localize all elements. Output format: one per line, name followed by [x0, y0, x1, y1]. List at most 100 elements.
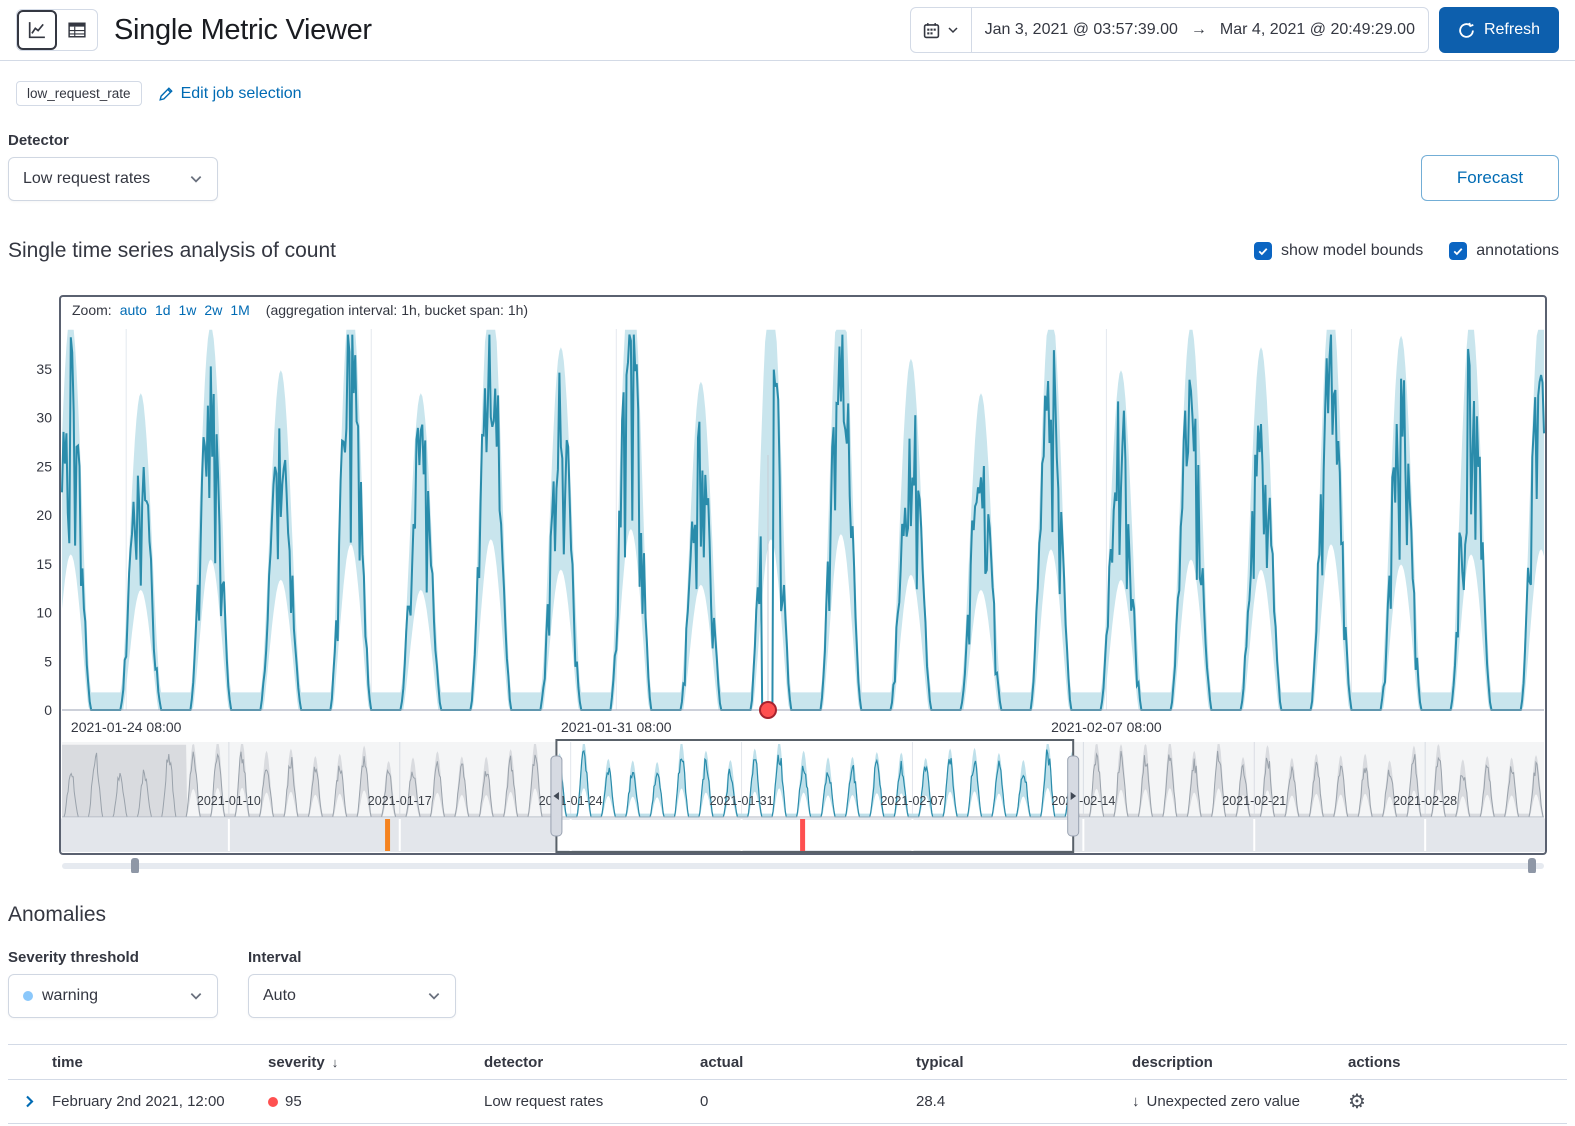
svg-text:25: 25 — [36, 458, 52, 474]
svg-text:2021-02-07 08:00: 2021-02-07 08:00 — [1051, 719, 1162, 735]
svg-text:0: 0 — [44, 702, 52, 718]
detector-selected-value: Low request rates — [23, 170, 150, 188]
anomaly-description: ↓ Unexpected zero value — [1132, 1093, 1348, 1110]
col-severity[interactable]: severity↓ — [268, 1054, 484, 1071]
table-row: February 2nd 2021, 12:00 95 Low request … — [8, 1080, 1567, 1124]
svg-text:2021-01-10: 2021-01-10 — [197, 794, 261, 808]
anomalies-table-view-button[interactable] — [57, 10, 97, 50]
gear-icon: ⚙ — [1348, 1089, 1366, 1114]
sort-desc-icon: ↓ — [332, 1055, 339, 1070]
zoom-label: Zoom: — [72, 302, 112, 318]
expand-row-button[interactable] — [22, 1094, 37, 1109]
show-model-bounds-checkbox[interactable]: show model bounds — [1254, 242, 1423, 260]
interval-value: Auto — [263, 987, 296, 1005]
svg-text:2021-02-14: 2021-02-14 — [1051, 794, 1115, 808]
edit-job-selection-label: Edit job selection — [181, 85, 302, 103]
checkbox-check-icon — [1449, 242, 1467, 260]
view-toggle — [16, 9, 98, 51]
anomaly-detector: Low request rates — [484, 1093, 700, 1110]
row-actions-button[interactable]: ⚙ — [1348, 1089, 1366, 1114]
job-badge: low_request_rate — [16, 81, 142, 106]
show-model-bounds-label: show model bounds — [1281, 242, 1423, 260]
line-chart-icon — [28, 21, 46, 39]
col-detector[interactable]: detector — [484, 1054, 700, 1071]
zoom-option-1M[interactable]: 1M — [230, 302, 249, 318]
detector-label: Detector — [8, 132, 218, 149]
detector-select[interactable]: Low request rates — [8, 157, 218, 201]
chevron-down-icon — [427, 989, 441, 1003]
range-slider-thumb-right[interactable] — [1528, 858, 1536, 873]
refresh-button[interactable]: Refresh — [1439, 7, 1559, 53]
chevron-right-icon — [22, 1094, 37, 1109]
svg-text:20: 20 — [36, 507, 52, 523]
anomalies-table-header: time severity↓ detector actual typical d… — [8, 1044, 1567, 1080]
svg-text:15: 15 — [36, 556, 52, 572]
col-actual[interactable]: actual — [700, 1054, 916, 1071]
anomaly-typical: 28.4 — [916, 1093, 1132, 1110]
annotations-checkbox[interactable]: annotations — [1449, 242, 1559, 260]
refresh-icon — [1458, 22, 1475, 39]
svg-text:2021-02-28: 2021-02-28 — [1393, 794, 1457, 808]
date-range-picker: Jan 3, 2021 @ 03:57:39.00 → Mar 4, 2021 … — [910, 7, 1429, 53]
severity-threshold-value: warning — [42, 987, 98, 1005]
severity-warning-dot-icon — [23, 991, 33, 1001]
table-icon — [68, 21, 86, 39]
col-typical[interactable]: typical — [916, 1054, 1132, 1071]
refresh-button-label: Refresh — [1484, 21, 1540, 39]
zoom-option-auto[interactable]: auto — [120, 302, 147, 318]
down-arrow-icon: ↓ — [1132, 1093, 1140, 1110]
page-title: Single Metric Viewer — [114, 14, 372, 47]
anomaly-time: February 2nd 2021, 12:00 — [52, 1093, 268, 1110]
svg-text:2021-01-24 08:00: 2021-01-24 08:00 — [71, 719, 182, 735]
end-date[interactable]: Mar 4, 2021 @ 20:49:29.00 — [1207, 21, 1428, 39]
chevron-down-icon — [189, 989, 203, 1003]
time-series-chart[interactable]: 0 5 10 15 20 25 30 35 2021-01-24 08:00 2021-01-31… — [8, 295, 1559, 873]
svg-text:2021-01-31: 2021-01-31 — [710, 794, 774, 808]
swimlane-anomaly-tick[interactable] — [800, 819, 805, 851]
zoom-controls: Zoom: auto 1d 1w 2w 1M (aggregation interval… — [72, 302, 528, 318]
severity-threshold-select[interactable]: warning — [8, 974, 218, 1018]
job-bar: low_request_rate Edit job selection — [16, 81, 1559, 106]
zoom-option-2w[interactable]: 2w — [204, 302, 222, 318]
anomaly-marker[interactable] — [760, 702, 776, 718]
zoom-option-1d[interactable]: 1d — [155, 302, 171, 318]
chevron-down-icon — [189, 172, 203, 186]
chart-view-button[interactable] — [17, 10, 57, 50]
page-header: Single Metric Viewer Jan 3, 2021 @ 03:57… — [0, 0, 1575, 61]
range-slider-thumb-left[interactable] — [131, 858, 139, 873]
interval-select[interactable]: Auto — [248, 974, 456, 1018]
series-section-header: Single time series analysis of count sho… — [8, 239, 1559, 263]
svg-text:5: 5 — [44, 653, 52, 669]
col-actions: actions — [1348, 1054, 1567, 1071]
series-title: Single time series analysis of count — [8, 239, 336, 263]
range-slider-track[interactable] — [62, 863, 1544, 869]
detector-section: Detector Low request rates Forecast — [8, 132, 1559, 201]
col-time[interactable]: time — [52, 1054, 268, 1071]
date-range-arrow-icon: → — [1191, 21, 1207, 39]
svg-text:10: 10 — [36, 605, 52, 621]
svg-text:35: 35 — [36, 361, 52, 377]
svg-text:2021-02-21: 2021-02-21 — [1222, 794, 1286, 808]
severity-critical-dot-icon — [268, 1097, 278, 1107]
start-date[interactable]: Jan 3, 2021 @ 03:57:39.00 — [972, 21, 1191, 39]
chevron-down-icon — [947, 24, 959, 36]
edit-job-selection-link[interactable]: Edit job selection — [158, 85, 302, 103]
aggregation-note: (aggregation interval: 1h, bucket span: … — [266, 302, 528, 318]
calendar-icon — [923, 22, 940, 39]
svg-text:2021-01-17: 2021-01-17 — [368, 794, 432, 808]
single-metric-chart: Zoom: auto 1d 1w 2w 1M (aggregation interval… — [8, 295, 1559, 873]
calendar-dropdown-button[interactable] — [911, 8, 972, 52]
interval-label: Interval — [248, 949, 456, 966]
annotations-label: annotations — [1476, 242, 1559, 260]
svg-text:30: 30 — [36, 410, 52, 426]
anomalies-filters: Severity threshold warning Interval Auto — [8, 949, 1559, 1018]
anomalies-title: Anomalies — [8, 903, 1559, 927]
anomaly-severity: 95 — [268, 1093, 484, 1110]
zoom-option-1w[interactable]: 1w — [179, 302, 197, 318]
forecast-button[interactable]: Forecast — [1421, 155, 1559, 201]
checkbox-check-icon — [1254, 242, 1272, 260]
swimlane-anomaly-tick[interactable] — [385, 819, 390, 851]
pencil-icon — [158, 86, 174, 102]
severity-threshold-label: Severity threshold — [8, 949, 218, 966]
col-description[interactable]: description — [1132, 1054, 1348, 1071]
